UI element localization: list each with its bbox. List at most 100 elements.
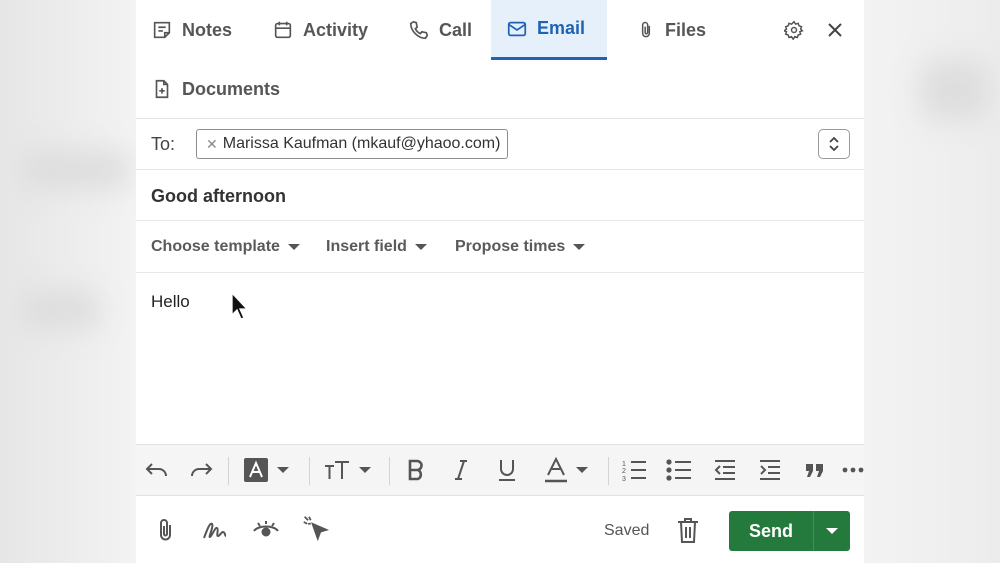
caret-down-icon: [576, 467, 588, 473]
numbered-list-button[interactable]: 123: [619, 445, 649, 495]
calendar-icon: [274, 21, 292, 39]
underline-button[interactable]: [493, 445, 521, 495]
bold-button[interactable]: [402, 445, 430, 495]
settings-button[interactable]: [780, 16, 808, 44]
caret-down-icon: [359, 467, 371, 473]
document-icon: [155, 79, 169, 99]
font-color-button[interactable]: [538, 445, 594, 495]
subject-input[interactable]: Good afternoon: [151, 186, 286, 207]
tab-label: Notes: [182, 19, 233, 40]
subject-row[interactable]: Good afternoon: [136, 170, 864, 221]
blurred-background: [20, 290, 100, 330]
trash-icon: [678, 518, 698, 543]
tab-label: Documents: [182, 78, 281, 99]
outdent-icon: [714, 460, 735, 480]
tracking-button[interactable]: [252, 516, 280, 544]
choose-template-dropdown[interactable]: Choose template: [151, 238, 300, 256]
signature-button[interactable]: [202, 516, 230, 544]
to-label: To:: [151, 134, 176, 154]
outdent-button[interactable]: [710, 445, 740, 495]
delete-draft-button[interactable]: [674, 516, 702, 544]
send-button-group: Send: [729, 511, 850, 551]
secondary-tab-bar: Documents: [136, 60, 864, 119]
caret-down-icon: [826, 528, 838, 534]
gear-icon: [784, 20, 804, 40]
attach-button[interactable]: [152, 516, 180, 544]
svg-text:1: 1: [622, 461, 626, 468]
font-color-icon: [545, 457, 567, 483]
attach-icon: [160, 519, 171, 541]
phone-icon: [409, 20, 429, 40]
saved-status: Saved: [604, 522, 650, 539]
toolbar-divider: [228, 457, 229, 485]
bullet-list-icon: [666, 459, 691, 481]
tab-bar: Notes Activity Call Email Files: [136, 0, 864, 60]
toolbar-divider: [608, 457, 609, 485]
email-composer-panel: Notes Activity Call Email Files Document…: [136, 0, 864, 563]
click-tracking-button[interactable]: [302, 515, 330, 543]
propose-times-dropdown[interactable]: Propose times: [455, 238, 586, 256]
tab-notes[interactable]: Notes: [136, 0, 248, 60]
close-button[interactable]: [821, 16, 849, 44]
send-options-button[interactable]: [813, 511, 850, 551]
signature-icon: [203, 522, 227, 539]
recipient-text: Marissa Kaufman (mkauf@yhaoo.com): [222, 135, 501, 152]
indent-button[interactable]: [755, 445, 785, 495]
send-button[interactable]: Send: [729, 521, 813, 542]
quote-icon: [806, 464, 823, 477]
blurred-background: [20, 150, 130, 190]
dropdown-label: Choose template: [151, 238, 280, 255]
text-size-button[interactable]: [319, 445, 375, 495]
close-icon: [828, 23, 842, 37]
email-body-text: Hello: [151, 292, 190, 311]
toolbar-divider: [309, 457, 310, 485]
caret-down-icon: [277, 467, 289, 473]
template-toolbar: Choose template Insert field Propose tim…: [136, 221, 864, 273]
indent-icon: [760, 460, 780, 480]
dropdown-label: Propose times: [455, 238, 566, 255]
tab-label: Email: [537, 18, 586, 38]
redo-icon: [191, 463, 213, 477]
more-icon: [842, 467, 863, 473]
quote-button[interactable]: [801, 445, 829, 495]
highlight-icon: [244, 458, 268, 482]
text-size-icon: [325, 461, 349, 479]
composer-footer: Saved Send: [136, 496, 864, 563]
mail-icon: [507, 21, 527, 36]
italic-icon: [455, 460, 467, 480]
bold-icon: [408, 459, 423, 481]
caret-down-icon: [573, 244, 586, 250]
tab-label: Activity: [303, 19, 369, 40]
recipient-expand-button[interactable]: [818, 129, 850, 159]
tab-documents[interactable]: Documents: [136, 60, 296, 118]
underline-icon: [499, 460, 515, 481]
tab-call[interactable]: Call: [393, 0, 493, 60]
undo-icon: [145, 463, 167, 477]
more-options-button[interactable]: [841, 445, 864, 495]
tab-activity[interactable]: Activity: [257, 0, 384, 60]
mouse-cursor-icon: [231, 292, 248, 320]
tab-label: Call: [439, 19, 473, 40]
recipient-chip[interactable]: ✕ Marissa Kaufman (mkauf@yhaoo.com): [196, 129, 509, 159]
chevron-up-down-icon: [829, 136, 839, 152]
tab-label: Files: [664, 19, 706, 40]
recipient-row: To: ✕ Marissa Kaufman (mkauf@yhaoo.com): [136, 119, 864, 170]
tab-files[interactable]: Files: [621, 0, 721, 60]
redo-button[interactable]: [185, 445, 217, 495]
remove-recipient-icon[interactable]: ✕: [206, 136, 218, 153]
notes-icon: [153, 21, 171, 39]
svg-text:2: 2: [622, 468, 626, 475]
caret-down-icon: [287, 244, 300, 250]
highlight-button[interactable]: [238, 445, 294, 495]
caret-down-icon: [414, 244, 427, 250]
paperclip-icon: [641, 21, 651, 38]
blurred-background: [920, 60, 990, 120]
italic-button[interactable]: [447, 445, 475, 495]
insert-field-dropdown[interactable]: Insert field: [326, 238, 427, 256]
tab-email[interactable]: Email: [491, 0, 607, 60]
undo-button[interactable]: [141, 445, 173, 495]
tracking-eye-icon: [253, 521, 279, 537]
formatting-toolbar: 123: [136, 444, 864, 496]
bullet-list-button[interactable]: [664, 445, 694, 495]
svg-text:3: 3: [622, 476, 626, 482]
